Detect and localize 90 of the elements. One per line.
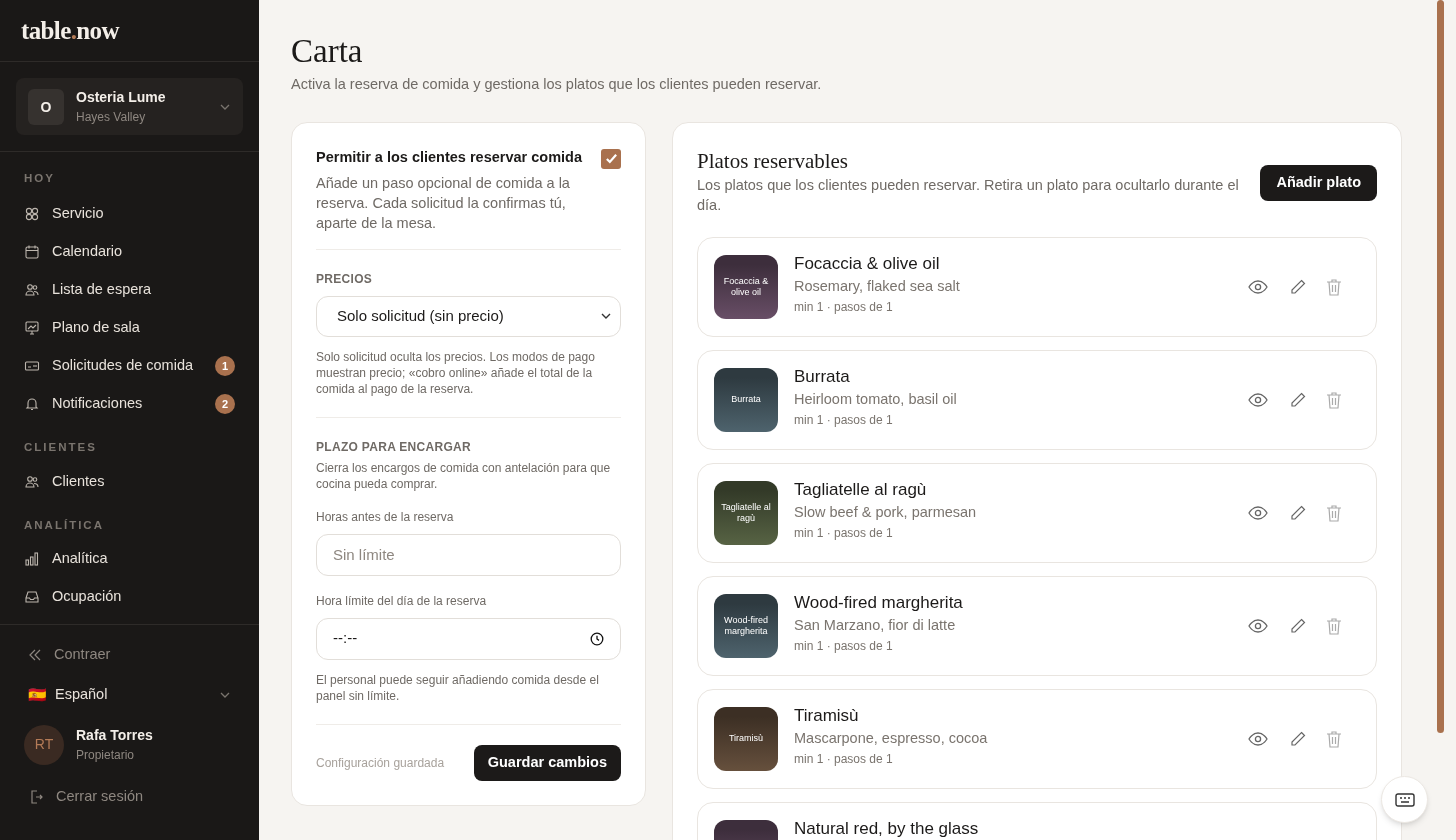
checkmark-icon — [604, 152, 618, 166]
dish-name: Tiramisù — [794, 704, 860, 727]
field-label: Horas antes de la reserva — [316, 508, 455, 526]
venue-switcher[interactable]: O Osteria Lume Hayes Valley — [16, 78, 243, 135]
thumbnail-label: Tagliatelle al ragù — [720, 501, 772, 524]
dish-details: San Marzano, fior di latte — [794, 615, 957, 635]
nav-item[interactable]: Ocupación — [10, 577, 249, 616]
nav-section-heading: CLIENTES — [23, 440, 98, 456]
dish-meta: min 1 · pasos de 1 — [794, 750, 894, 768]
eye-icon[interactable] — [1248, 505, 1268, 520]
save-status: Configuración guardada — [316, 754, 445, 772]
dish-meta: min 1 · pasos de 1 — [794, 524, 894, 542]
edit-icon[interactable] — [1290, 391, 1306, 408]
eye-icon[interactable] — [1248, 731, 1268, 746]
page-subtitle: Activa la reserva de comida y gestiona los platos que los clientes pueden reservar. — [291, 75, 823, 94]
clock-icon — [590, 631, 604, 646]
dish-meta: min 1 · pasos de 1 — [794, 298, 894, 316]
dish-details: Heirloom tomato, basil oil — [794, 389, 958, 409]
collapse-button[interactable]: Contraer — [10, 636, 249, 673]
bell-icon — [24, 396, 40, 413]
nav-section-heading: ANALÍTICA — [23, 517, 105, 533]
dish-name: Wood-fired margherita — [794, 591, 964, 614]
tray-icon — [24, 588, 40, 605]
dish-details: Rosemary, flaked sea salt — [794, 276, 961, 296]
dish-name: Burrata — [794, 365, 851, 388]
edit-icon[interactable] — [1290, 730, 1306, 747]
chart-board-icon — [24, 320, 40, 337]
setting-description: Añade un paso opcional de comida a la reserva. Cada solicitud la confirmas tú, aparte de la mesa. — [316, 173, 571, 233]
nav-item[interactable]: Calendario — [10, 233, 249, 272]
count-badge: 1 — [215, 356, 235, 377]
people-icon — [24, 282, 40, 299]
double-chevron-left-icon — [28, 647, 42, 662]
nav-item[interactable]: Analítica — [10, 539, 249, 578]
dish-name: Natural red, by the glass — [794, 817, 980, 840]
eye-icon[interactable] — [1248, 392, 1268, 407]
edit-icon[interactable] — [1290, 504, 1306, 521]
grid-icon — [24, 206, 40, 223]
section-heading: PLAZO PARA ENCARGAR — [316, 438, 473, 456]
keyboard-icon — [1394, 792, 1415, 807]
calendar-icon — [24, 244, 40, 261]
nav-section-heading: HOY — [23, 171, 56, 186]
dish-meta: min 1 · pasos de 1 — [794, 411, 894, 429]
section-heading: PRECIOS — [316, 270, 374, 288]
page-title: Carta — [291, 32, 364, 70]
thumbnail-label: Tiramisù — [728, 733, 764, 745]
nav-item[interactable]: Notificaciones 2 — [10, 385, 249, 424]
user-role: Propietario — [76, 747, 136, 765]
nav-item[interactable]: Plano de sala — [10, 309, 249, 348]
count-badge: 2 — [215, 394, 235, 415]
help-text: Solo solicitud oculta los precios. Los modos de pago muestran precio; «cobro online» añade el total de la comida al pago de la reserva. — [316, 348, 621, 418]
venue-avatar: O — [28, 88, 64, 125]
panel-title: Platos reservables — [697, 147, 850, 175]
dish-name: Tagliatelle al ragù — [794, 478, 928, 501]
eye-icon[interactable] — [1248, 618, 1268, 633]
help-text: Cierra los encargos de comida con antelación para que cocina pueda comprar. — [316, 459, 612, 492]
dish-details: Slow beef & pork, parmesan — [794, 502, 978, 522]
add-dish-button[interactable]: Añadir plato — [1260, 164, 1377, 201]
nav-item[interactable]: Servicio — [10, 195, 249, 234]
hours-input-field[interactable]: Sin límite — [316, 533, 621, 576]
user-name: Rafa Torres — [76, 726, 153, 746]
people-icon — [24, 473, 40, 490]
bar-chart-icon — [24, 550, 40, 567]
nav-item[interactable]: Clientes — [10, 462, 249, 501]
language-select[interactable]: 🇪🇸 Español — [10, 676, 249, 713]
eye-icon[interactable] — [1248, 279, 1268, 294]
thumbnail-label: Wood-fired margherita — [723, 614, 769, 637]
time-input-field[interactable]: --:-- — [316, 617, 621, 660]
thumbnail-label: Burrata — [731, 394, 761, 406]
logo: table.now — [21, 15, 119, 46]
venue-area: Hayes Valley — [76, 108, 207, 126]
scrollbar[interactable] — [1437, 0, 1444, 733]
field-label: Hora límite del día de la reserva — [316, 592, 488, 610]
logout-icon — [28, 788, 44, 805]
nav-item[interactable]: Solicitudes de comida 1 — [10, 347, 249, 386]
logout-button[interactable]: Cerrar sesión — [10, 776, 249, 817]
pricing-select[interactable]: Solo solicitud (sin precio) — [316, 295, 621, 337]
dish-name: Focaccia & olive oil — [794, 252, 941, 275]
help-text: El personal puede seguir añadiendo comida desde el panel sin límite. — [316, 671, 621, 725]
edit-icon[interactable] — [1290, 278, 1306, 295]
nav-item[interactable]: Lista de espera — [10, 271, 249, 310]
user-avatar: RT — [24, 724, 64, 765]
panel-description: Los platos que los clientes pueden reservar. Retira un plato para ocultarlo durante el día. — [697, 175, 1240, 215]
dish-meta: min 1 · pasos de 1 — [794, 637, 894, 655]
thumbnail-label: Focaccia & olive oil — [722, 275, 770, 298]
save-button[interactable]: Guardar cambios — [473, 744, 621, 781]
checkbox[interactable] — [601, 148, 621, 169]
setting-label: Permitir a los clientes reservar comida — [316, 147, 583, 167]
venue-name: Osteria Lume — [76, 88, 167, 107]
dish-details: Mascarpone, espresso, cocoa — [794, 728, 989, 748]
edit-icon[interactable] — [1290, 617, 1306, 634]
